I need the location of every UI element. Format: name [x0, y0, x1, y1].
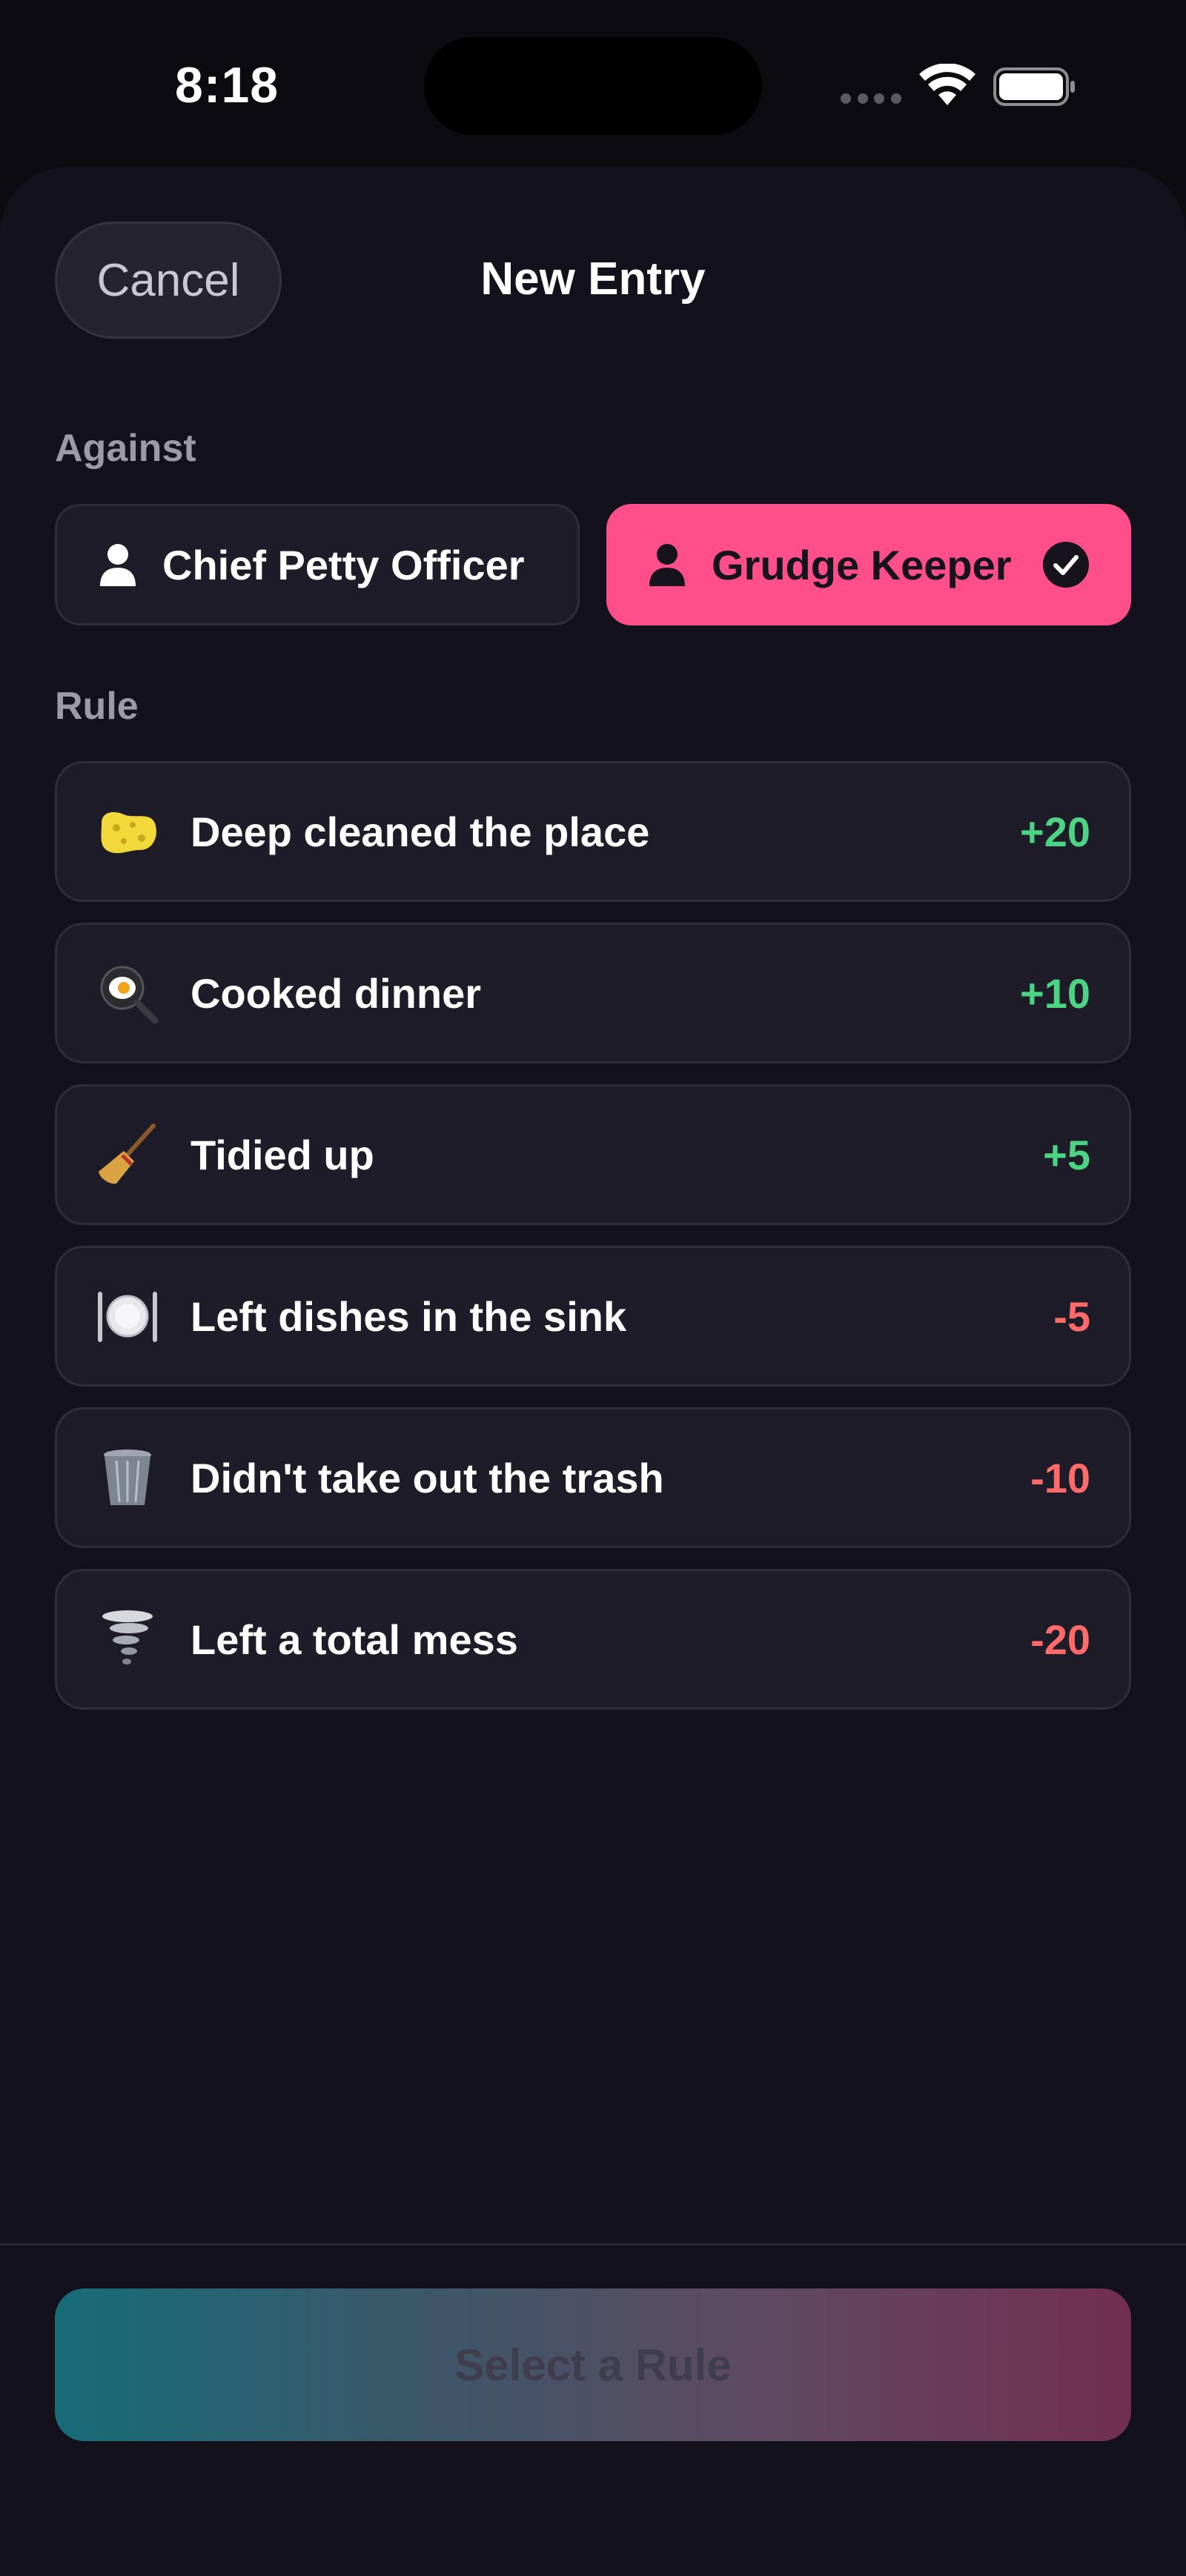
- page-title: New Entry: [480, 253, 706, 305]
- person-option-grudge-keeper[interactable]: Grudge Keeper: [606, 504, 1131, 625]
- rule-label: Cooked dinner: [191, 969, 482, 1017]
- plate-cutlery-icon: [94, 1283, 161, 1350]
- rule-row-trash[interactable]: Didn't take out the trash -10: [55, 1407, 1131, 1548]
- rule-row-cooked-dinner[interactable]: Cooked dinner +10: [55, 923, 1131, 1063]
- battery-icon: [993, 67, 1075, 106]
- sponge-icon: [94, 798, 161, 865]
- rule-row-total-mess[interactable]: Left a total mess -20: [55, 1569, 1131, 1710]
- rule-row-tidied-up[interactable]: Tidied up +5: [55, 1084, 1131, 1225]
- person-name: Grudge Keeper: [712, 541, 1012, 588]
- person-name: Chief Petty Officer: [162, 541, 525, 588]
- rule-label: Left a total mess: [191, 1616, 518, 1663]
- rule-points: +10: [1020, 969, 1090, 1017]
- rule-points: +20: [1020, 808, 1090, 855]
- dynamic-island: [424, 37, 762, 135]
- against-section-label: Against: [55, 427, 196, 470]
- person-icon: [649, 544, 685, 586]
- rule-points: -10: [1030, 1454, 1090, 1501]
- tornado-icon: [94, 1606, 161, 1673]
- rule-label: Tidied up: [191, 1131, 374, 1178]
- footer-divider: [0, 2243, 1186, 2245]
- wifi-icon: [919, 64, 975, 105]
- rule-points: +5: [1043, 1131, 1090, 1178]
- new-entry-sheet: Cancel New Entry Against Chief Petty Off…: [0, 167, 1186, 2576]
- rule-section-label: Rule: [55, 685, 139, 728]
- checkmark-circle-icon: [1043, 542, 1089, 588]
- rule-row-left-dishes[interactable]: Left dishes in the sink -5: [55, 1246, 1131, 1387]
- rule-label: Left dishes in the sink: [191, 1292, 627, 1340]
- rule-row-deep-cleaned[interactable]: Deep cleaned the place +20: [55, 761, 1131, 902]
- wastebasket-icon: [94, 1444, 161, 1511]
- status-bar: 8:18: [0, 0, 1186, 167]
- frying-pan-icon: [94, 960, 161, 1026]
- person-icon: [100, 544, 136, 586]
- rule-points: -20: [1030, 1616, 1090, 1663]
- rule-points: -5: [1053, 1292, 1090, 1340]
- rule-label: Didn't take out the trash: [191, 1454, 664, 1501]
- person-option-chief-petty-officer[interactable]: Chief Petty Officer: [55, 504, 580, 625]
- status-time: 8:18: [175, 57, 279, 113]
- broom-icon: [94, 1121, 161, 1188]
- select-rule-button[interactable]: Select a Rule: [55, 2288, 1131, 2441]
- rule-label: Deep cleaned the place: [191, 808, 650, 855]
- cellular-signal-icon: [841, 93, 901, 104]
